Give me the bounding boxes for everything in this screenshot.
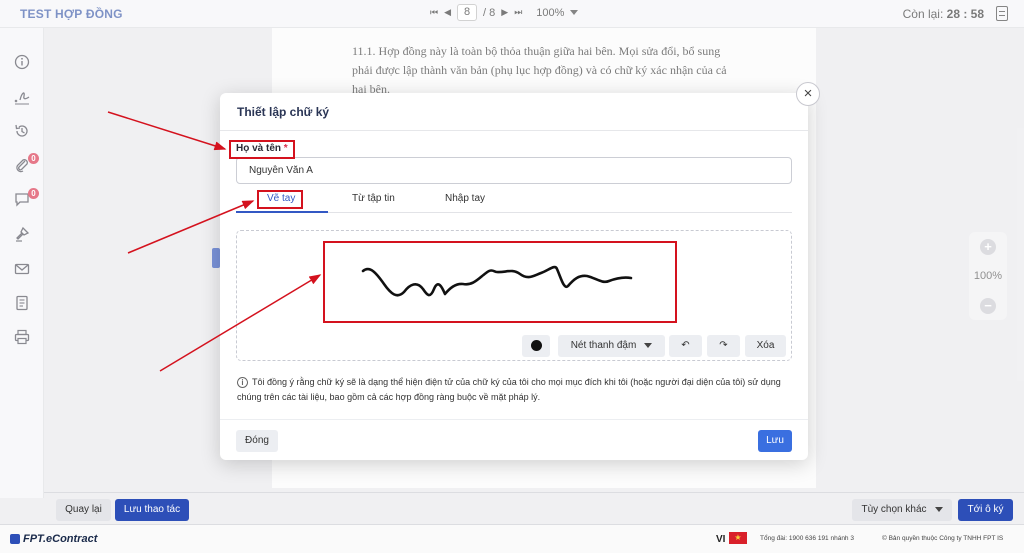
arrow-to-signature-area [159, 274, 322, 372]
footer: FPT.eContract VI ★ Tổng đài: 1900 636 19… [0, 524, 1024, 553]
arrow-to-draw-tab [127, 200, 255, 254]
language-selector[interactable]: VI [716, 534, 725, 545]
brand-logo: FPT.eContract [10, 533, 97, 545]
vietnam-flag-icon[interactable]: ★ [729, 532, 747, 544]
brand-mark-icon [10, 534, 20, 545]
go-to-signature-button[interactable]: Tới ô ký [958, 499, 1013, 521]
copyright-text: © Bản quyền thuộc Công ty TNHH FPT IS [882, 535, 1004, 542]
chevron-down-icon [934, 506, 943, 512]
save-action-button[interactable]: Lưu thao tác [115, 499, 189, 521]
back-button[interactable]: Quay lại [56, 499, 111, 521]
hotline-text: Tổng đài: 1900 636 191 nhánh 3 [760, 535, 854, 542]
annotation-arrows [107, 111, 322, 372]
other-options-select[interactable]: Tùy chọn khác [852, 499, 952, 521]
arrow-to-name-label [107, 111, 227, 151]
action-bar: Quay lại Lưu thao tác Tùy chọn khác Tới … [44, 492, 1024, 524]
